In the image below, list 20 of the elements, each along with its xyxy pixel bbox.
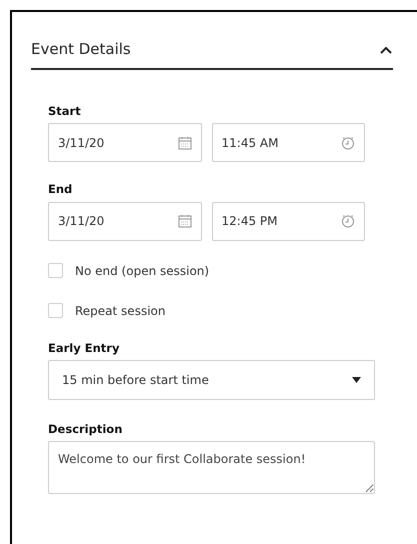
field-label: End bbox=[48, 181, 74, 198]
field-label: Description bbox=[48, 420, 124, 438]
checkbox-label[interactable]: Repeat session bbox=[75, 302, 166, 320]
calendar-icon[interactable] bbox=[178, 136, 192, 150]
field-label: Early Entry bbox=[48, 340, 120, 356]
clock-icon[interactable] bbox=[341, 136, 355, 150]
checkbox[interactable] bbox=[48, 263, 63, 278]
date-field[interactable]: 3/11/20 bbox=[48, 123, 202, 162]
panel-title: Event Details bbox=[31, 39, 131, 60]
description-field[interactable]: Welcome to our first Collaborate session! bbox=[48, 441, 375, 494]
checkbox-label[interactable]: No end (open session) bbox=[75, 262, 210, 280]
field-label: Start bbox=[48, 103, 82, 120]
time-field[interactable]: 12:45 PM bbox=[212, 202, 365, 240]
checkbox[interactable] bbox=[48, 303, 63, 318]
time-field[interactable]: 11:45 AM bbox=[212, 123, 365, 162]
clock-icon[interactable] bbox=[341, 214, 355, 228]
early-entry-dropdown[interactable]: 15 min before start time bbox=[48, 360, 375, 400]
calendar-icon[interactable] bbox=[178, 214, 192, 228]
dropdown-arrow-icon[interactable] bbox=[352, 376, 361, 383]
date-field[interactable]: 3/11/20 bbox=[48, 202, 202, 240]
